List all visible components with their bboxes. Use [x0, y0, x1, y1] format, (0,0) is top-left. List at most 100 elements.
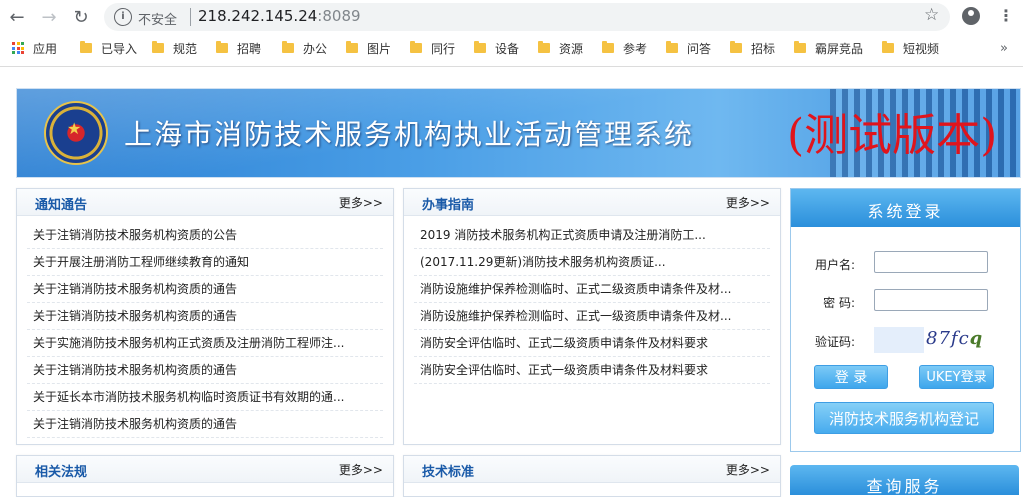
list-item[interactable]: 关于注销消防技术服务机构资质的公告: [27, 222, 383, 249]
bookmark-folder[interactable]: 短视频: [882, 39, 939, 57]
bookmark-folder[interactable]: 霸屏竞品: [794, 39, 863, 57]
more-link[interactable]: 更多>>: [339, 461, 383, 478]
folder-icon: [152, 41, 164, 53]
bookmark-star-icon[interactable]: ☆: [924, 5, 939, 25]
bookmark-folder[interactable]: 规范: [152, 39, 197, 57]
back-arrow-icon[interactable]: ←: [6, 6, 28, 28]
laws-panel: 相关法规 更多>>: [16, 455, 394, 497]
captcha-image[interactable]: 87fcq: [926, 328, 996, 352]
list-item[interactable]: 关于实施消防技术服务机构正式资质及注册消防工程师注...: [27, 330, 383, 357]
standards-panel: 技术标准 更多>>: [403, 455, 781, 497]
more-link[interactable]: 更多>>: [339, 194, 383, 211]
captcha-text-tail: q: [969, 328, 984, 349]
panel-header: 技术标准 更多>>: [404, 456, 780, 483]
list-item[interactable]: 关于开展注册消防工程师继续教育的通知: [27, 249, 383, 276]
list-item[interactable]: (2017.11.29更新)消防技术服务机构资质证...: [414, 249, 770, 276]
list-item[interactable]: 关于延长本市消防技术服务机构临时资质证书有效期的通...: [27, 384, 383, 411]
browser-chrome: ← → ↻ i 不安全 218.242.145.24:8089 ☆ ⋮ 应用 已…: [0, 0, 1023, 67]
bookmark-label: 设备: [495, 41, 520, 56]
panel-title: 办事指南: [422, 198, 475, 213]
folder-icon: [602, 41, 614, 53]
guide-panel: 办事指南 更多>> 2019 消防技术服务机构正式资质申请及注册消防工... (…: [403, 188, 781, 445]
folder-icon: [882, 41, 894, 53]
list-item[interactable]: 2019 消防技术服务机构正式资质申请及注册消防工...: [414, 222, 770, 249]
reload-icon[interactable]: ↻: [70, 6, 92, 28]
bookmark-folder[interactable]: 招聘: [216, 39, 261, 57]
folder-icon: [794, 41, 806, 53]
list-item[interactable]: 消防安全评估临时、正式二级资质申请条件及材料要求: [414, 330, 770, 357]
more-bookmarks-icon[interactable]: »: [1000, 41, 1008, 56]
panel-header: 办事指南 更多>>: [404, 189, 780, 216]
captcha-input[interactable]: [874, 327, 924, 353]
bookmark-apps[interactable]: 应用: [12, 39, 57, 57]
bookmark-label: 问答: [687, 41, 712, 56]
folder-icon: [474, 41, 486, 53]
folder-icon: [410, 41, 422, 53]
menu-kebab-icon[interactable]: ⋮: [998, 6, 1014, 25]
account-icon[interactable]: [962, 7, 980, 25]
panel-header: 相关法规 更多>>: [17, 456, 393, 483]
address-row: ← → ↻ i 不安全 218.242.145.24:8089 ☆ ⋮: [0, 0, 1023, 34]
apps-grid-icon: [12, 42, 24, 54]
list-item[interactable]: 消防安全评估临时、正式一级资质申请条件及材料要求: [414, 357, 770, 384]
more-link[interactable]: 更多>>: [726, 194, 770, 211]
forward-arrow-icon[interactable]: →: [38, 6, 60, 28]
register-button[interactable]: 消防技术服务机构登记: [814, 402, 994, 434]
login-title: 系统登录: [867, 202, 944, 221]
bookmark-label: 规范: [173, 41, 198, 56]
guide-list: 2019 消防技术服务机构正式资质申请及注册消防工... (2017.11.29…: [414, 222, 770, 384]
panel-title: 相关法规: [35, 465, 88, 480]
bookmark-folder[interactable]: 设备: [474, 39, 519, 57]
password-label: 密 码:: [823, 296, 855, 310]
url-text[interactable]: 218.242.145.24:8089: [198, 7, 361, 25]
bookmark-folder[interactable]: 资源: [538, 39, 583, 57]
query-title: 查询服务: [866, 477, 943, 496]
bookmark-label: 资源: [559, 41, 584, 56]
site-title: 上海市消防技术服务机构执业活动管理系统: [124, 118, 695, 151]
login-header: 系统登录: [791, 189, 1020, 227]
bookmark-label: 招标: [751, 41, 776, 56]
bookmark-folder[interactable]: 同行: [410, 39, 455, 57]
bookmark-folder[interactable]: 参考: [602, 39, 647, 57]
folder-icon: [80, 41, 92, 53]
bookmark-folder[interactable]: 招标: [730, 39, 775, 57]
folder-icon: [538, 41, 550, 53]
url-port: :8089: [317, 7, 361, 25]
username-label: 用户名:: [814, 258, 855, 272]
site-banner: 上海市消防技术服务机构执业活动管理系统 (测试版本): [16, 88, 1021, 178]
more-link[interactable]: 更多>>: [726, 461, 770, 478]
ukey-login-button[interactable]: UKEY登录: [919, 365, 994, 389]
list-item[interactable]: 关于注销消防技术服务机构资质的通告: [27, 303, 383, 330]
list-item[interactable]: 关于注销消防技术服务机构资质的通告: [27, 276, 383, 303]
fire-emblem-icon: [44, 101, 108, 165]
separator: [190, 8, 191, 26]
password-input[interactable]: [874, 289, 988, 311]
panel-title: 技术标准: [422, 465, 475, 480]
security-label: 不安全: [138, 13, 178, 28]
list-item[interactable]: 关于注销消防技术服务机构资质的通告: [27, 357, 383, 384]
query-service-header: 查询服务: [790, 465, 1019, 496]
test-version-label: (测试版本): [787, 110, 998, 161]
bookmark-folder[interactable]: 图片: [346, 39, 391, 57]
address-bar[interactable]: i 不安全 218.242.145.24:8089: [104, 3, 950, 31]
bookmark-label: 同行: [431, 41, 456, 56]
list-item[interactable]: 消防设施维护保养检测临时、正式二级资质申请条件及材...: [414, 276, 770, 303]
folder-icon: [282, 41, 294, 53]
bookmark-label: 霸屏竞品: [815, 41, 864, 56]
folder-icon: [216, 41, 228, 53]
bookmark-label: 参考: [623, 41, 648, 56]
list-item[interactable]: 消防设施维护保养检测临时、正式一级资质申请条件及材...: [414, 303, 770, 330]
info-icon[interactable]: i: [114, 8, 132, 26]
notices-panel: 通知通告 更多>> 关于注销消防技术服务机构资质的公告 关于开展注册消防工程师继…: [16, 188, 394, 445]
folder-icon: [730, 41, 742, 53]
folder-icon: [666, 41, 678, 53]
login-button[interactable]: 登 录: [814, 365, 888, 389]
bookmark-folder[interactable]: 办公: [282, 39, 327, 57]
username-input[interactable]: [874, 251, 988, 273]
bookmark-label: 图片: [367, 41, 392, 56]
bookmark-folder[interactable]: 已导入: [80, 39, 137, 57]
list-item[interactable]: 关于注销消防技术服务机构资质的通告: [27, 411, 383, 438]
bookmark-folder[interactable]: 问答: [666, 39, 711, 57]
bookmark-label: 办公: [303, 41, 328, 56]
panel-header: 通知通告 更多>>: [17, 189, 393, 216]
